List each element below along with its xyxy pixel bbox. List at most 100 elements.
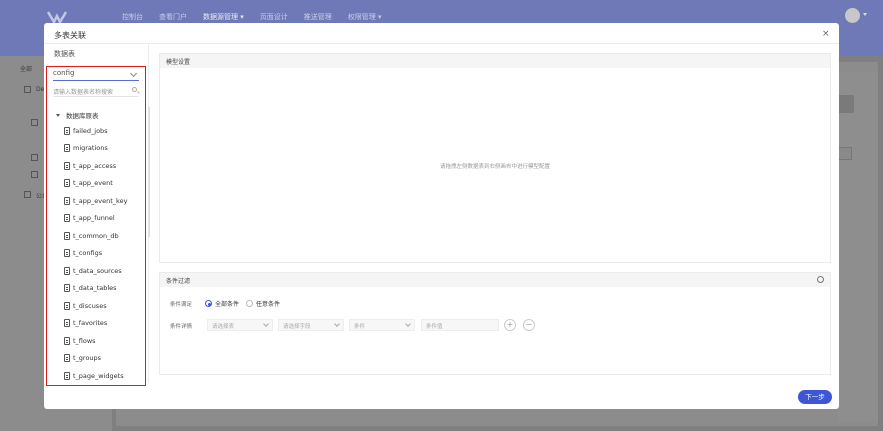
close-icon[interactable]: × [822, 29, 830, 39]
satisfy-label: 条件满足 [170, 302, 193, 308]
file-icon [31, 154, 38, 161]
table-name: failed_jobs [73, 127, 108, 135]
list-item[interactable]: t_configs [64, 249, 102, 257]
table-name: t_data_tables [73, 284, 117, 292]
table-icon [64, 249, 70, 257]
table-icon [64, 372, 70, 380]
file-icon [31, 119, 38, 126]
folder-icon [24, 86, 31, 93]
background-right-panel [838, 72, 878, 422]
condition-value-input[interactable]: 条件值 [421, 319, 499, 331]
table-name: migrations [73, 144, 108, 152]
radio-unchecked-icon [246, 300, 253, 307]
table-name: t_groups [73, 354, 102, 362]
condition-dropdown[interactable]: 条件 [349, 319, 415, 331]
nav-item-push[interactable]: 推送管理 [304, 12, 332, 22]
nav-item-page-design[interactable]: 页面设计 [260, 12, 288, 22]
list-item[interactable]: t_app_access [64, 162, 116, 170]
table-name: t_configs [73, 249, 103, 257]
add-condition-button[interactable]: + [504, 319, 516, 331]
chevron-down-icon [405, 321, 411, 327]
next-step-button[interactable]: 下一步 [798, 390, 832, 404]
table-icon [64, 337, 70, 345]
table-icon [64, 284, 70, 292]
list-item[interactable]: t_app_event [64, 179, 113, 187]
list-item[interactable]: failed_jobs [64, 127, 108, 135]
table-icon [64, 267, 70, 275]
placeholder: 条件值 [426, 324, 443, 330]
radio-all-conditions[interactable]: 全部条件 [205, 299, 239, 308]
search-icon [132, 87, 137, 92]
tables-panel-title: 数据表 [54, 50, 75, 58]
placeholder: 条件 [354, 324, 366, 330]
list-item[interactable]: migrations [64, 144, 108, 152]
table-name: t_common_db [73, 232, 119, 240]
table-icon [64, 232, 70, 240]
list-item[interactable]: t_flows [64, 337, 96, 345]
remove-condition-button[interactable]: − [523, 319, 535, 331]
table-name: t_flows [73, 337, 96, 345]
nav-item-permission[interactable]: 权限管理 ▾ [348, 12, 382, 22]
table-icon [64, 354, 70, 362]
table-icon [64, 214, 70, 222]
table-name: t_app_event_key [73, 197, 128, 205]
scrollbar[interactable] [148, 107, 150, 237]
table-icon [64, 197, 70, 205]
table-name: t_app_access [73, 162, 117, 170]
detail-label: 条件详情 [170, 324, 193, 330]
multi-table-join-dialog: 多表关联 × 数据表 config 请输入数据表名称搜索 数据库原表 faile… [44, 23, 839, 409]
table-icon [64, 302, 70, 310]
radio-checked-icon [205, 300, 212, 307]
list-item[interactable]: t_common_db [64, 232, 119, 240]
chevron-down-icon[interactable] [863, 13, 867, 16]
table-name: t_favorites [73, 319, 108, 327]
main-nav: 控制台 查看门户 数据源管理 ▾ 页面设计 推送管理 权限管理 ▾ [122, 12, 382, 22]
list-item[interactable]: t_data_tables [64, 284, 117, 292]
model-settings-panel: 模型设置 请拖拽左侧数据表到右侧画布中进行模型配置 [159, 53, 831, 263]
model-settings-title: 模型设置 [160, 54, 830, 68]
tree-root-node[interactable]: 数据库原表 [56, 110, 99, 120]
radio-label: 任意条件 [256, 301, 281, 308]
list-item[interactable]: t_data_sources [64, 267, 122, 275]
background-block [838, 95, 854, 113]
table-name: t_discuses [73, 302, 107, 310]
model-canvas-hint: 请拖拽左侧数据表到右侧画布中进行模型配置 [440, 164, 551, 170]
radio-label: 全部条件 [215, 301, 240, 308]
table-search-input[interactable]: 请输入数据表名称搜索 [53, 86, 139, 97]
background-select [838, 147, 852, 160]
placeholder: 请选择字段 [283, 324, 311, 330]
list-item[interactable]: t_page_widgets [64, 372, 124, 380]
avatar[interactable] [845, 8, 860, 23]
condition-filter-panel: 条件过滤 条件满足 全部条件 任意条件 条件详情 请选择表 请选择字段 条件 条… [159, 272, 831, 375]
list-item[interactable]: t_favorites [64, 319, 107, 327]
chevron-down-icon [129, 69, 138, 78]
divider [44, 43, 839, 44]
bg-all-label: 全部 [20, 66, 33, 73]
condition-filter-title: 条件过滤 [160, 273, 830, 287]
list-item[interactable]: t_discuses [64, 302, 107, 310]
nav-item-datasource[interactable]: 数据源管理 ▾ [203, 12, 244, 22]
file-icon [31, 171, 38, 178]
database-select-value: config [53, 69, 75, 77]
list-item[interactable]: t_app_funnel [64, 214, 115, 222]
folder-icon [24, 191, 31, 198]
nav-item-portal[interactable]: 查看门户 [159, 12, 187, 22]
table-icon [64, 179, 70, 187]
table-icon [64, 162, 70, 170]
dialog-title: 多表关联 [54, 31, 86, 40]
select-field-dropdown[interactable]: 请选择字段 [278, 319, 344, 331]
chevron-down-icon [263, 321, 269, 327]
database-select[interactable]: config [53, 67, 139, 81]
list-item[interactable]: t_groups [64, 354, 101, 362]
nav-item-console[interactable]: 控制台 [122, 12, 143, 22]
table-name: t_app_event [73, 179, 113, 187]
select-table-dropdown[interactable]: 请选择表 [207, 319, 273, 331]
tree-root-label: 数据库原表 [66, 112, 99, 120]
table-name: t_app_funnel [73, 214, 115, 222]
app-logo-icon [46, 11, 68, 24]
radio-any-condition[interactable]: 任意条件 [246, 299, 280, 308]
placeholder: 请选择表 [212, 324, 235, 330]
caret-down-icon[interactable] [56, 113, 60, 117]
gear-icon[interactable] [817, 276, 824, 283]
list-item[interactable]: t_app_event_key [64, 197, 127, 205]
